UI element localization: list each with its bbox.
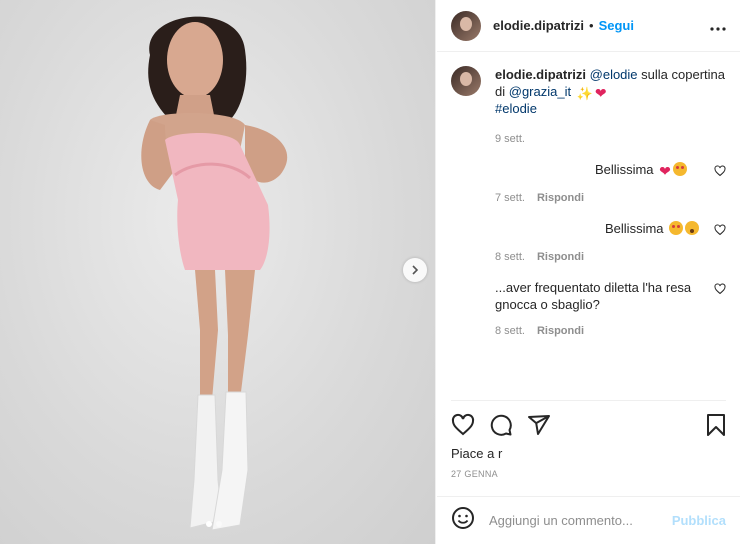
reply-button[interactable]: Rispondi xyxy=(537,325,584,337)
follow-button[interactable]: Segui xyxy=(599,18,634,33)
caption-username[interactable]: elodie.dipatrizi xyxy=(495,67,586,82)
caption-meta: 9 sett. xyxy=(495,133,735,145)
heart-eyes-emoji-icon xyxy=(672,162,687,176)
mention-link[interactable]: @grazia_it xyxy=(509,84,571,99)
share-icon[interactable] xyxy=(527,413,551,437)
mention-link[interactable]: @elodie xyxy=(590,67,638,82)
comment-time[interactable]: 8 sett. xyxy=(495,325,525,337)
more-options-icon[interactable] xyxy=(710,15,726,36)
comment-time[interactable]: 7 sett. xyxy=(495,192,525,204)
comment-icon[interactable] xyxy=(489,413,513,437)
bookmark-icon[interactable] xyxy=(706,413,726,437)
reply-button[interactable]: Rispondi xyxy=(537,192,584,204)
comment-composer: Aggiungi un commento... Pubblica xyxy=(437,496,740,544)
like-icon[interactable] xyxy=(451,413,475,437)
comment-time[interactable]: 8 sett. xyxy=(495,251,525,263)
post-date[interactable]: 27 GENNA xyxy=(451,469,498,479)
comment-text: Bellissima xyxy=(495,220,705,237)
like-comment-icon[interactable] xyxy=(714,283,726,295)
comment-input[interactable]: Aggiungi un commento... xyxy=(489,513,672,528)
comment-meta: 8 sett. Rispondi xyxy=(495,325,726,337)
post-actions xyxy=(451,400,726,440)
header-separator: • xyxy=(589,18,594,33)
post-sidebar: elodie.dipatrizi • Segui elodie.dipatriz… xyxy=(437,0,740,544)
comment-time[interactable]: 9 sett. xyxy=(495,133,525,145)
comment-body: Bellissima xyxy=(595,162,654,177)
heart-eyes-emoji-icon xyxy=(669,221,684,235)
header-username[interactable]: elodie.dipatrizi xyxy=(493,18,584,33)
carousel-dot xyxy=(206,521,212,527)
like-comment-icon[interactable] xyxy=(714,224,726,236)
avatar[interactable] xyxy=(451,10,481,41)
comment-body: ...aver frequentato diletta l'ha resa gn… xyxy=(495,280,692,312)
comment-item: Bellissima ❤ 7 sett. Rispondi xyxy=(495,161,726,204)
emoji-icon[interactable] xyxy=(451,506,475,535)
sparkles-icon: ✨ xyxy=(576,86,593,101)
hashtag-link[interactable]: #elodie xyxy=(495,101,537,116)
likes-count[interactable]: Piace a r xyxy=(451,446,502,461)
model-photo xyxy=(141,16,288,531)
heart-emoji-icon: ❤ xyxy=(659,163,671,179)
carousel-dot xyxy=(216,521,222,527)
like-comment-icon[interactable] xyxy=(714,165,726,177)
comment-item: Bellissima 8 sett. Rispondi xyxy=(495,220,726,263)
caption-text: elodie.dipatrizi @elodie sulla copertina… xyxy=(495,66,735,117)
comment-item: ...aver frequentato diletta l'ha resa gn… xyxy=(495,279,726,337)
post-header: elodie.dipatrizi • Segui xyxy=(437,0,740,52)
next-image-button[interactable] xyxy=(403,258,427,282)
comments-list: elodie.dipatrizi @elodie sulla copertina… xyxy=(451,66,726,337)
caption: elodie.dipatrizi @elodie sulla copertina… xyxy=(451,66,726,145)
astonished-emoji-icon xyxy=(685,221,700,235)
avatar[interactable] xyxy=(451,66,481,96)
post-button[interactable]: Pubblica xyxy=(672,513,726,528)
post-media[interactable] xyxy=(0,0,436,544)
heart-emoji-icon: ❤ xyxy=(594,85,607,101)
carousel-indicator xyxy=(206,521,222,527)
comment-body: Bellissima xyxy=(605,221,664,236)
comment-text: Bellissima ❤ xyxy=(495,161,705,179)
comment-meta: 7 sett. Rispondi xyxy=(495,192,726,204)
reply-button[interactable]: Rispondi xyxy=(537,251,584,263)
post-image xyxy=(0,0,435,544)
chevron-right-icon xyxy=(412,265,419,275)
comment-meta: 8 sett. Rispondi xyxy=(495,251,726,263)
